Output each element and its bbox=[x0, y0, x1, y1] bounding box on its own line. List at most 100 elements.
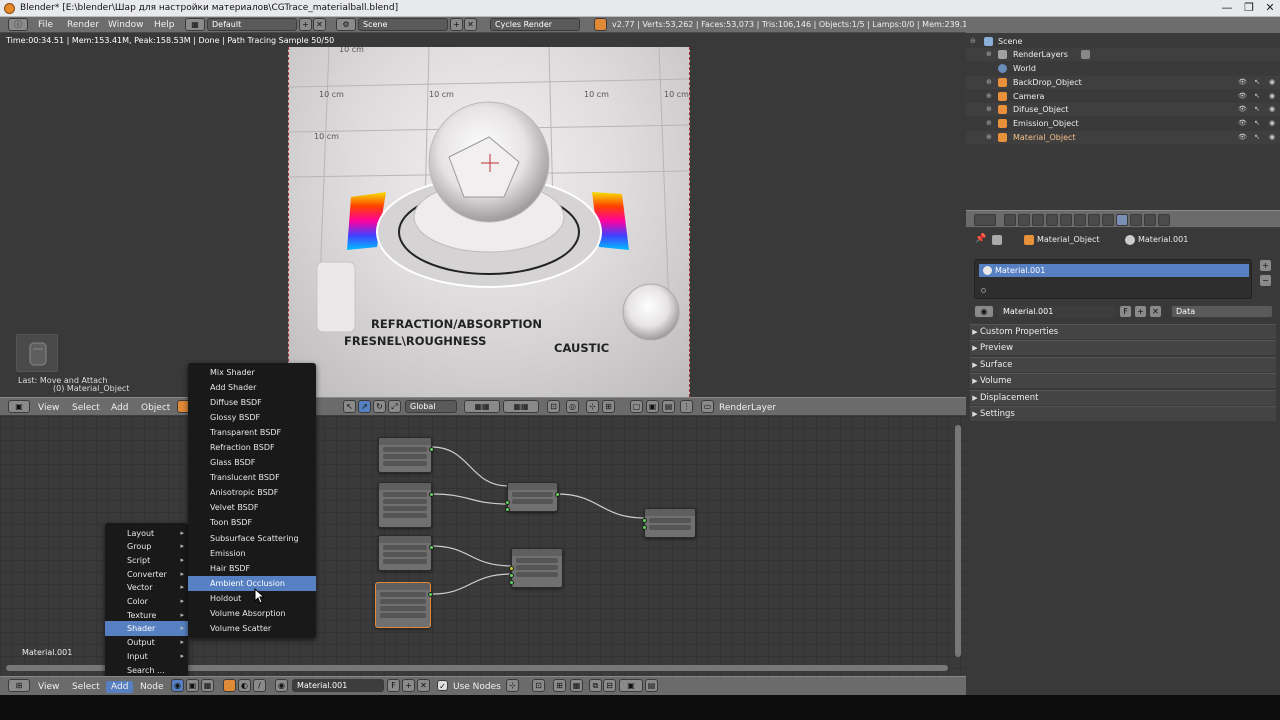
node-menu-select[interactable]: Select bbox=[72, 681, 100, 693]
world-shader-icon[interactable]: ◐ bbox=[238, 679, 251, 692]
scene-icon[interactable]: ⚙ bbox=[336, 18, 356, 31]
panel-preview[interactable]: ▶ Preview bbox=[970, 340, 1276, 355]
outliner-row-backdrop[interactable]: ⊕ BackDrop_Object 👁 ↖ ◉ bbox=[966, 76, 1280, 89]
unlink-material-icon[interactable]: ✕ bbox=[1149, 305, 1162, 318]
visibility-eye-icon[interactable]: 👁 bbox=[1238, 119, 1247, 127]
backdrop-icon[interactable]: ⊹ bbox=[506, 679, 519, 692]
render-layer-icon[interactable]: ▭ bbox=[701, 400, 714, 413]
new-material-icon[interactable]: + bbox=[1134, 305, 1147, 318]
shader-item-volume-scatter[interactable]: Volume Scatter bbox=[188, 621, 316, 636]
shader-item-mix-shader[interactable]: Mix Shader bbox=[188, 365, 316, 380]
outliner-row-world[interactable]: World bbox=[966, 62, 1280, 75]
material-slot-list[interactable]: Material.001 bbox=[974, 259, 1252, 299]
panel-displacement[interactable]: ▶ Displacement bbox=[970, 390, 1276, 405]
menu-object[interactable]: Object bbox=[141, 402, 170, 414]
outliner-row-camera[interactable]: ⊕ Camera 👁 ↖ ◉ bbox=[966, 90, 1280, 103]
shader-item-transparent-bsdf[interactable]: Transparent BSDF bbox=[188, 425, 316, 440]
shader-node-mix[interactable] bbox=[509, 548, 563, 588]
object-tab-icon[interactable] bbox=[1060, 214, 1072, 226]
shader-item-ambient-occlusion[interactable]: Ambient Occlusion bbox=[188, 576, 316, 591]
node-tree-pin-icon[interactable]: ▤ bbox=[645, 679, 658, 692]
shader-item-toon-bsdf[interactable]: Toon BSDF bbox=[188, 515, 316, 530]
texture-tree-icon[interactable]: ▦ bbox=[201, 679, 214, 692]
shader-item-glossy-bsdf[interactable]: Glossy BSDF bbox=[188, 410, 316, 425]
layers-grid-a[interactable]: ▦▦ bbox=[464, 400, 500, 413]
shader-item-subsurface-scattering[interactable]: Subsurface Scattering bbox=[188, 531, 316, 546]
material-browse-icon[interactable]: ◉ bbox=[974, 305, 994, 318]
snap-element-icon[interactable]: ⊞ bbox=[553, 679, 566, 692]
fake-user-button[interactable]: F bbox=[387, 679, 400, 692]
shader-node-material-output[interactable] bbox=[642, 508, 696, 538]
menu-window[interactable]: Window bbox=[108, 19, 144, 31]
material-browse-icon[interactable]: ◉ bbox=[275, 679, 288, 692]
menu-help[interactable]: Help bbox=[154, 19, 175, 31]
shader-node-glossy[interactable] bbox=[378, 482, 434, 528]
panel-surface[interactable]: ▶ Surface bbox=[970, 357, 1276, 372]
particles-tab-icon[interactable] bbox=[1144, 214, 1156, 226]
editor-type-3d-icon[interactable]: ▣ bbox=[8, 400, 30, 413]
rotate-icon[interactable]: ↻ bbox=[373, 400, 386, 413]
snap-icon[interactable]: ⊹ bbox=[586, 400, 599, 413]
rendered-camera-view[interactable]: 10 cm 10 cm 10 cm 10 cm 10 cm 10 cm REFR… bbox=[288, 47, 690, 397]
shader-item-diffuse-bsdf[interactable]: Diffuse BSDF bbox=[188, 395, 316, 410]
fake-user-button[interactable]: F bbox=[1119, 305, 1132, 318]
menu-render[interactable]: Render bbox=[67, 19, 99, 31]
proportional-edit-icon[interactable]: ◎ bbox=[566, 400, 579, 413]
unlink-material-icon[interactable]: ✕ bbox=[417, 679, 430, 692]
editor-type-node-icon[interactable]: ⊞ bbox=[8, 679, 30, 692]
render-layer-label[interactable]: RenderLayer bbox=[719, 402, 776, 414]
camera-navigation-widget[interactable] bbox=[16, 334, 58, 372]
remove-scene-icon[interactable]: ✕ bbox=[464, 18, 477, 31]
shader-item-holdout[interactable]: Holdout bbox=[188, 591, 316, 606]
manipulator-icon[interactable]: ↖ bbox=[343, 400, 356, 413]
material-tab-icon[interactable] bbox=[1116, 214, 1128, 226]
shader-item-add-shader[interactable]: Add Shader bbox=[188, 380, 316, 395]
add-menu-group[interactable]: Group ▸ bbox=[105, 539, 188, 554]
world-tab-icon[interactable] bbox=[1046, 214, 1058, 226]
clipping-icon[interactable]: ⋮ bbox=[680, 400, 693, 413]
node-menu-view[interactable]: View bbox=[38, 681, 59, 693]
renderable-camera-icon[interactable]: ◉ bbox=[1268, 119, 1276, 127]
shader-tree-icon[interactable]: ◉ bbox=[171, 679, 184, 692]
selectable-arrow-icon[interactable]: ↖ bbox=[1253, 105, 1261, 113]
compositing-tree-icon[interactable]: ▣ bbox=[186, 679, 199, 692]
use-nodes-checkbox[interactable]: ✓ bbox=[437, 680, 448, 691]
physics-tab-icon[interactable] bbox=[1158, 214, 1170, 226]
node-vertical-scrollbar[interactable] bbox=[955, 425, 961, 657]
render-engine-select[interactable]: Cycles Render bbox=[490, 18, 580, 31]
outliner-row-scene[interactable]: ⊖ Scene bbox=[966, 35, 1280, 48]
copy-nodes-icon[interactable]: ⧉ bbox=[589, 679, 602, 692]
menu-file[interactable]: File bbox=[38, 19, 53, 31]
data-tab-icon[interactable] bbox=[1102, 214, 1114, 226]
shader-node-diffuse[interactable] bbox=[378, 437, 434, 473]
selectable-arrow-icon[interactable]: ↖ bbox=[1253, 92, 1261, 100]
menu-select[interactable]: Select bbox=[72, 402, 100, 414]
snap-increment-icon[interactable]: ▦ bbox=[570, 679, 583, 692]
modifiers-tab-icon[interactable] bbox=[1088, 214, 1100, 226]
shader-item-translucent-bsdf[interactable]: Translucent BSDF bbox=[188, 470, 316, 485]
add-slot-button[interactable]: + bbox=[1259, 259, 1272, 272]
outliner-row-material-object[interactable]: ⊕ Material_Object 👁 ↖ ◉ bbox=[966, 131, 1280, 144]
layers-grid-b[interactable]: ▦▦ bbox=[503, 400, 539, 413]
linestyle-shader-icon[interactable]: / bbox=[253, 679, 266, 692]
node-parent-icon[interactable]: ▣ bbox=[619, 679, 643, 692]
pin-icon[interactable]: 📌 bbox=[975, 234, 986, 244]
render-tab-icon[interactable] bbox=[1004, 214, 1016, 226]
panel-settings[interactable]: ▶ Settings bbox=[970, 406, 1276, 421]
translate-icon[interactable]: ↗ bbox=[358, 400, 371, 413]
add-layout-icon[interactable]: + bbox=[299, 18, 312, 31]
opengl-anim-icon[interactable]: ▤ bbox=[662, 400, 675, 413]
visibility-eye-icon[interactable]: 👁 bbox=[1238, 92, 1247, 100]
add-menu-output[interactable]: Output ▸ bbox=[105, 635, 188, 650]
menu-view[interactable]: View bbox=[38, 402, 59, 414]
renderable-camera-icon[interactable]: ◉ bbox=[1268, 92, 1276, 100]
outliner-row-emission[interactable]: ⊕ Emission_Object 👁 ↖ ◉ bbox=[966, 117, 1280, 130]
opengl-render-icon[interactable]: ▣ bbox=[646, 400, 659, 413]
selectable-arrow-icon[interactable]: ↖ bbox=[1253, 78, 1261, 86]
add-menu-input[interactable]: Input ▸ bbox=[105, 649, 188, 664]
menu-add[interactable]: Add bbox=[111, 402, 128, 414]
add-menu-shader[interactable]: Shader ▸ bbox=[105, 621, 188, 636]
maximize-button[interactable]: ❐ bbox=[1238, 0, 1260, 16]
shader-node-glass-active[interactable] bbox=[375, 582, 433, 628]
outliner-row-difuse[interactable]: ⊕ Difuse_Object 👁 ↖ ◉ bbox=[966, 103, 1280, 116]
